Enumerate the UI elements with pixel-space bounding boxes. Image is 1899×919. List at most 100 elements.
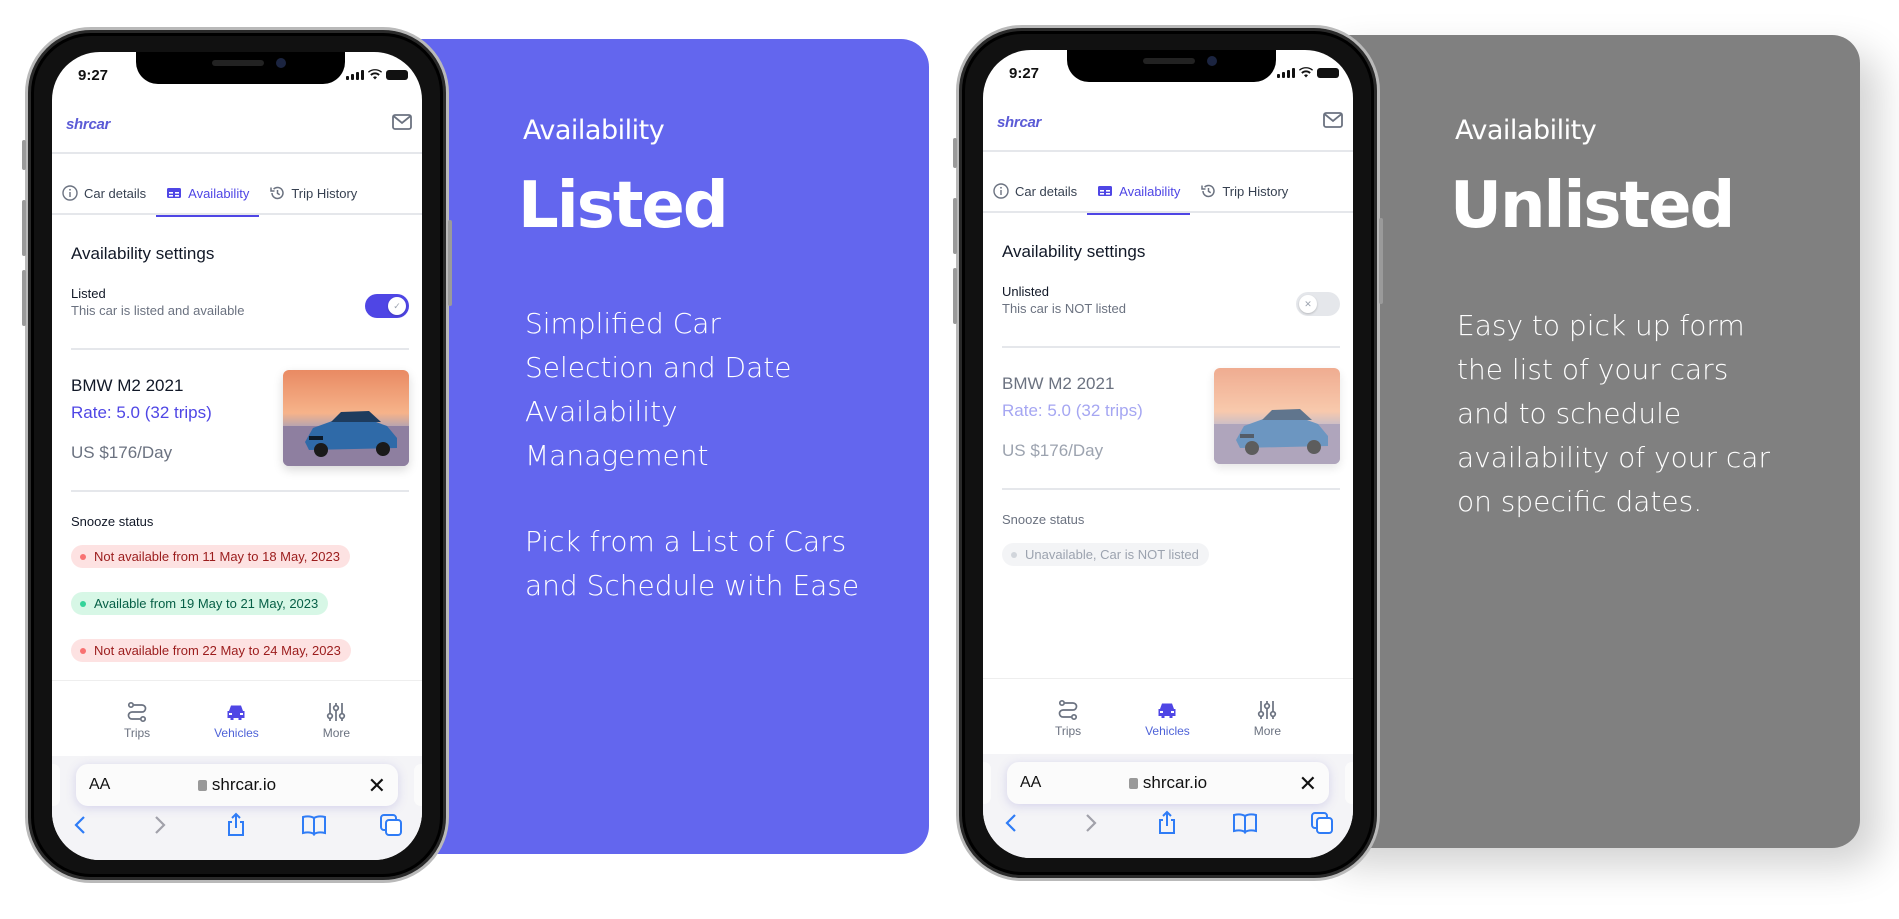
nav-label: Vehicles xyxy=(214,726,259,740)
previous-tab-peek[interactable] xyxy=(983,762,991,804)
nav-more[interactable]: More xyxy=(1254,679,1281,754)
close-icon[interactable]: ✕ xyxy=(368,773,386,799)
share-icon[interactable] xyxy=(1154,810,1180,836)
card-eyebrow: Availability xyxy=(523,115,665,146)
card-description: Simplified Car Selection and Date Availa… xyxy=(525,307,792,472)
toggle-knob-icon: ✕ xyxy=(1299,295,1317,313)
car-icon xyxy=(227,705,245,720)
unlisted-feature-card: Availability Unlisted Easy to pick up fo… xyxy=(1310,35,1860,848)
back-icon[interactable] xyxy=(68,812,94,838)
mail-icon[interactable] xyxy=(1323,112,1343,128)
volume-up-button xyxy=(953,198,957,254)
car-row[interactable]: BMW M2 2021 Rate: 5.0 (32 trips) US $176… xyxy=(1002,368,1340,466)
status-time: 9:27 xyxy=(1009,65,1040,82)
divider xyxy=(71,348,409,350)
car-photo xyxy=(283,370,409,466)
car-name: BMW M2 2021 xyxy=(71,376,184,395)
calendar-grid-icon xyxy=(167,188,182,198)
app-logo[interactable]: shrcar xyxy=(997,114,1041,131)
snooze-status-text: Not available from 11 May to 18 May, 202… xyxy=(94,549,340,564)
tab-label: Availability xyxy=(188,185,250,201)
listing-toggle[interactable]: ✓ xyxy=(365,294,409,318)
snooze-status-text: Available from 19 May to 21 May, 2023 xyxy=(94,596,319,611)
url-text: shrcar.io xyxy=(1142,773,1208,792)
card-description-secondary: Pick from a List of Cars and Schedule wi… xyxy=(525,525,860,602)
tab-bar: Car details Availability Trip History xyxy=(52,171,422,217)
address-bar[interactable]: AA shrcar.io ✕ xyxy=(1007,762,1329,804)
snooze-status-text: Unavailable, Car is NOT listed xyxy=(1025,547,1199,562)
bottom-nav: Trips Vehicles More xyxy=(52,680,422,756)
camera-icon xyxy=(1207,56,1217,66)
wifi-icon xyxy=(368,69,382,80)
close-icon[interactable]: ✕ xyxy=(1299,771,1317,797)
status-dot-icon xyxy=(80,553,86,560)
nav-more[interactable]: More xyxy=(323,681,350,756)
tabs-icon[interactable] xyxy=(1309,810,1335,836)
status-dot-icon xyxy=(80,647,86,654)
divider xyxy=(1002,488,1340,490)
nav-trips[interactable]: Trips xyxy=(124,681,150,756)
section-title: Availability settings xyxy=(1002,242,1146,261)
card-eyebrow: Availability xyxy=(1455,115,1597,146)
back-icon[interactable] xyxy=(999,810,1025,836)
share-icon[interactable] xyxy=(223,812,249,838)
power-button xyxy=(1379,218,1383,304)
forward-icon[interactable] xyxy=(1077,810,1103,836)
bookmarks-icon[interactable] xyxy=(1232,810,1258,836)
nav-vehicles[interactable]: Vehicles xyxy=(1145,679,1190,754)
app-header: shrcar xyxy=(52,96,422,154)
nav-trips[interactable]: Trips xyxy=(1055,679,1081,754)
nav-label: More xyxy=(1253,724,1282,738)
camera-icon xyxy=(276,58,286,68)
tab-bar: Car details Availability Trip History xyxy=(983,169,1353,215)
tab-availability[interactable]: Availability xyxy=(156,171,260,217)
car-block: BMW M2 2021 Rate: 5.0 (32 trips) US $176… xyxy=(1002,368,1340,466)
listing-toggle[interactable]: ✕ xyxy=(1296,292,1340,316)
toggle-description: This car is NOT listed xyxy=(1002,301,1127,316)
tab-label: Car details xyxy=(1015,183,1078,199)
tab-label: Trip History xyxy=(291,185,358,201)
divider xyxy=(71,490,409,492)
tabs-icon[interactable] xyxy=(378,812,404,838)
tab-trip-history[interactable]: Trip History xyxy=(259,171,367,215)
availability-content: Availability settings Listed This car is… xyxy=(71,230,409,662)
history-icon xyxy=(1201,184,1216,198)
tab-label: Car details xyxy=(84,185,147,201)
phone-mockup-listed: 9:27 shrcar Car details Availability Tri… xyxy=(22,27,452,883)
tab-car-details[interactable]: Car details xyxy=(983,169,1087,213)
car-photo xyxy=(1214,368,1340,464)
mail-icon[interactable] xyxy=(392,114,412,130)
snooze-status-badge: Not available from 22 May to 24 May, 202… xyxy=(71,639,351,662)
car-name: BMW M2 2021 xyxy=(1002,374,1115,393)
volume-up-button xyxy=(22,200,26,256)
bookmarks-icon[interactable] xyxy=(301,812,327,838)
tab-car-details[interactable]: Car details xyxy=(52,171,156,215)
info-icon xyxy=(993,183,1009,199)
car-icon xyxy=(1158,703,1176,718)
nav-vehicles[interactable]: Vehicles xyxy=(214,681,259,756)
snooze-status-text: Not available from 22 May to 24 May, 202… xyxy=(94,643,341,658)
browser-toolbar: AA shrcar.io ✕ xyxy=(52,756,422,860)
phone-screen: 9:27 shrcar Car details Availability Tri… xyxy=(52,52,422,860)
tab-label: Trip History xyxy=(1222,183,1289,199)
car-price: US $176/Day xyxy=(71,443,173,462)
availability-content: Availability settings Unlisted This car … xyxy=(1002,228,1340,566)
next-tab-peek[interactable] xyxy=(414,764,422,806)
address-bar[interactable]: AA shrcar.io ✕ xyxy=(76,764,398,806)
tab-availability[interactable]: Availability xyxy=(1087,169,1191,215)
forward-icon[interactable] xyxy=(146,812,172,838)
nav-label: More xyxy=(322,726,351,740)
tab-trip-history[interactable]: Trip History xyxy=(1190,169,1298,213)
lock-icon xyxy=(1128,778,1138,789)
car-block: BMW M2 2021 Rate: 5.0 (32 trips) US $176… xyxy=(71,370,409,468)
car-row[interactable]: BMW M2 2021 Rate: 5.0 (32 trips) US $176… xyxy=(71,370,409,468)
listing-toggle-row: Unlisted This car is NOT listed ✕ xyxy=(1002,284,1340,324)
app-logo[interactable]: shrcar xyxy=(66,116,110,133)
snooze-status-badge: Available from 19 May to 21 May, 2023 xyxy=(71,592,329,615)
signal-icon xyxy=(346,70,364,80)
previous-tab-peek[interactable] xyxy=(52,764,60,806)
toggle-knob-icon: ✓ xyxy=(388,297,406,315)
tab-label: Availability xyxy=(1119,183,1181,199)
next-tab-peek[interactable] xyxy=(1345,762,1353,804)
showcase: Availability Listed Simplified Car Selec… xyxy=(0,0,1899,919)
